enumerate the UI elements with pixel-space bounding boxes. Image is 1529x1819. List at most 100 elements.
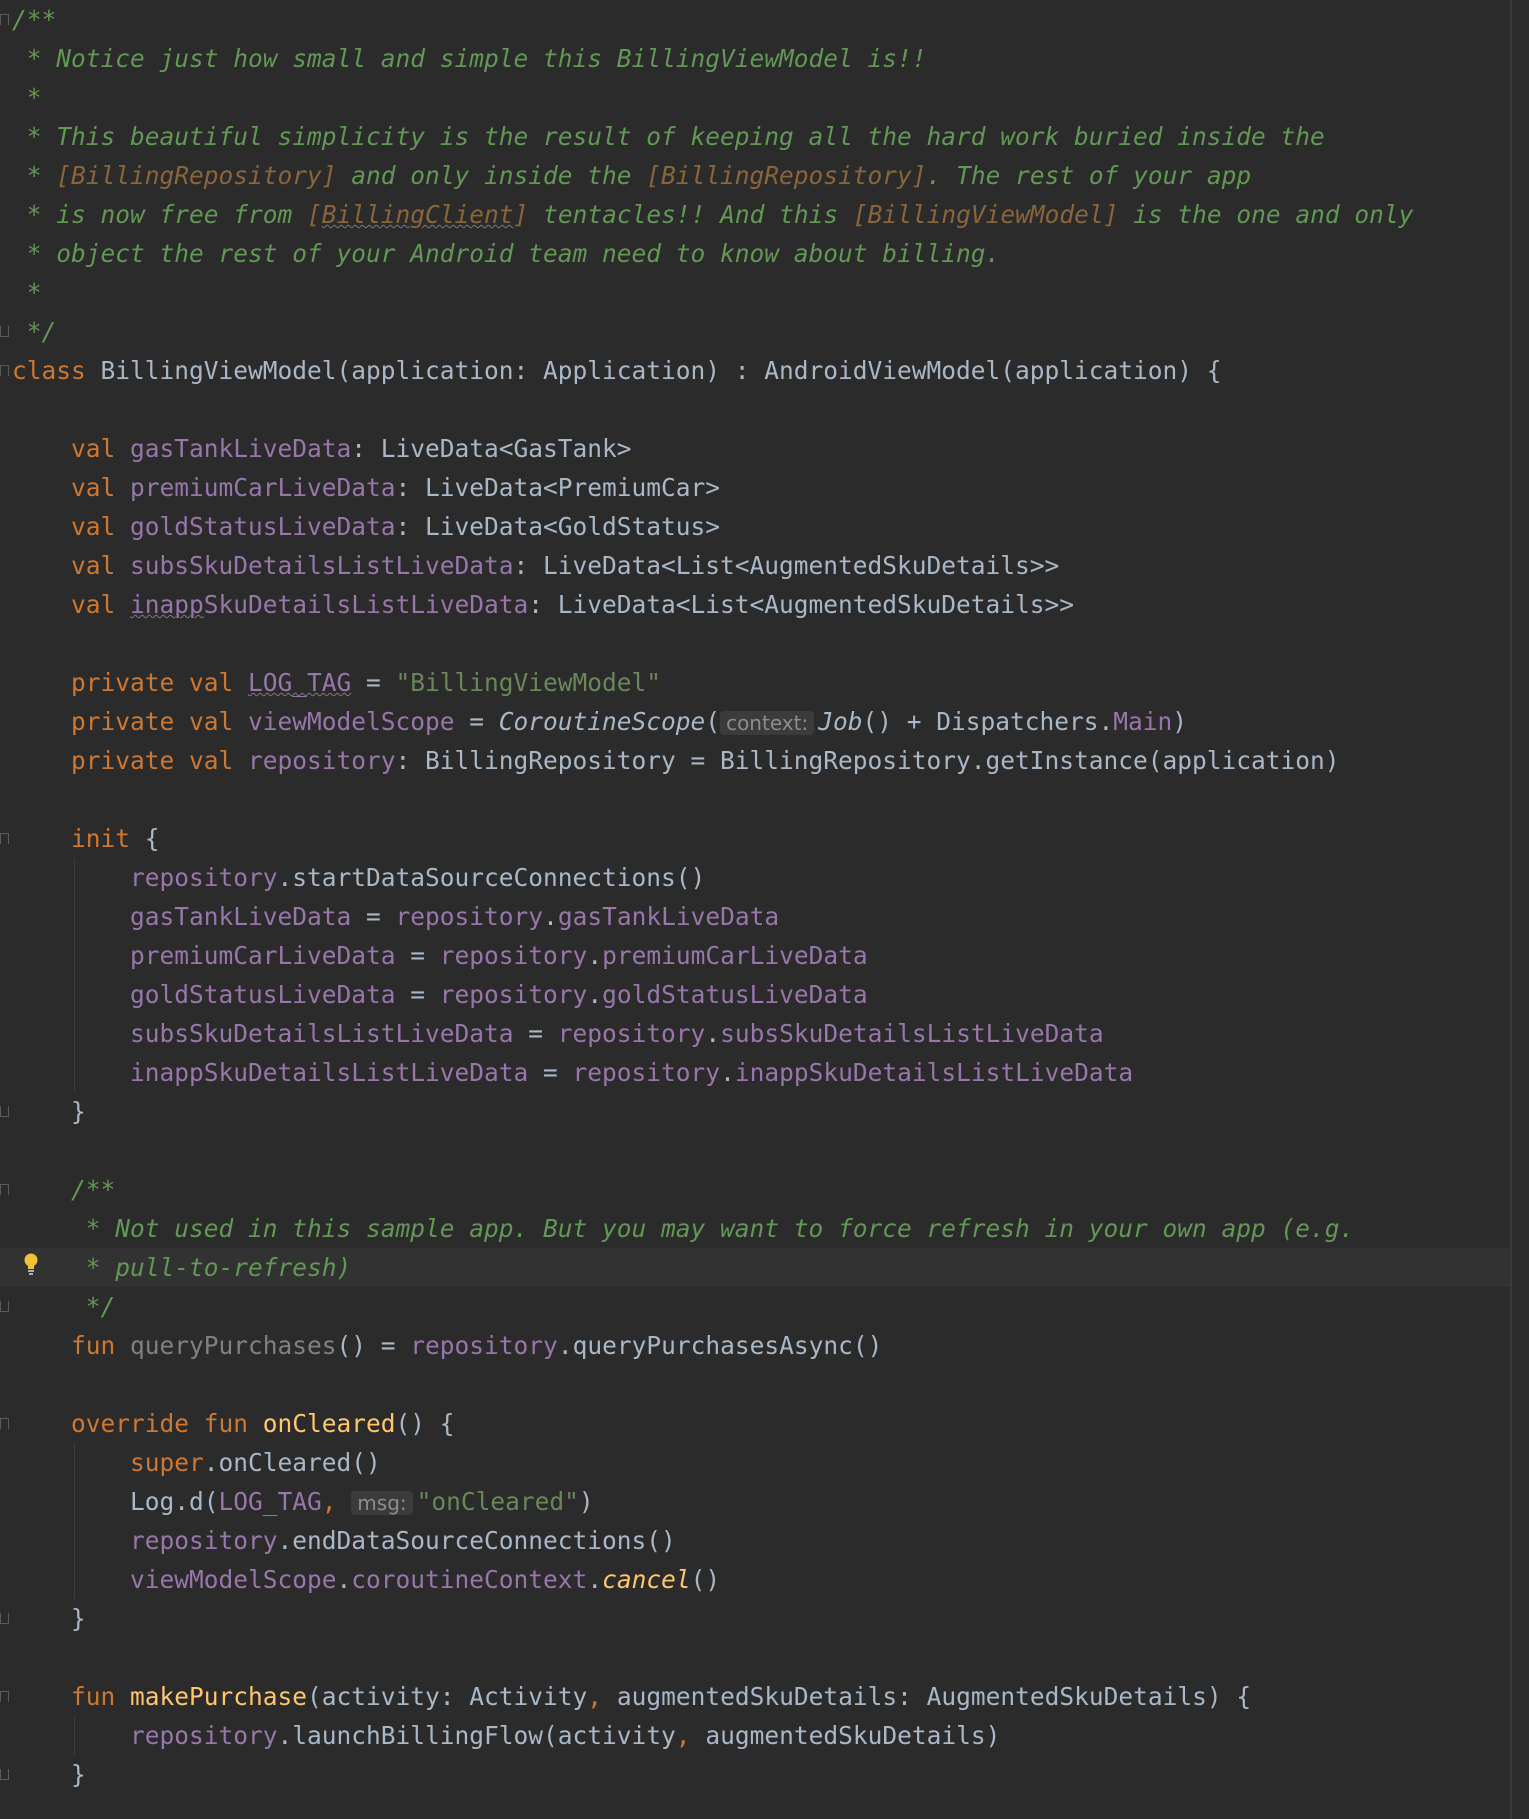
code-token: gasTankLiveData: [130, 902, 352, 931]
code-line[interactable]: viewModelScope.coroutineContext.cancel(): [0, 1560, 1510, 1599]
code-token: super: [130, 1448, 204, 1477]
code-line[interactable]: repository.launchBillingFlow(activity, a…: [0, 1716, 1510, 1755]
code-token: ]: [513, 200, 529, 229]
code-line[interactable]: repository.startDataSourceConnections(): [0, 858, 1510, 897]
code-token: /**: [12, 1175, 116, 1204]
code-line[interactable]: * This beautiful simplicity is the resul…: [0, 117, 1510, 156]
code-token: Main: [1113, 707, 1173, 736]
code-text: private val LOG_TAG = "BillingViewModel": [12, 663, 661, 702]
code-line[interactable]: private val repository: BillingRepositor…: [0, 741, 1510, 780]
code-editor[interactable]: /** * Notice just how small and simple t…: [0, 0, 1510, 1819]
indent-guide: [74, 1716, 75, 1755]
code-line[interactable]: fun makePurchase(activity: Activity, aug…: [0, 1677, 1510, 1716]
code-text: init {: [12, 819, 160, 858]
code-token: .queryPurchasesAsync(): [557, 1331, 883, 1360]
code-token: *: [12, 83, 42, 112]
code-text: viewModelScope.coroutineContext.cancel(): [12, 1560, 720, 1599]
code-token: private val: [12, 707, 249, 736]
code-token: is the one and only: [1118, 200, 1414, 229]
code-line[interactable]: [0, 1638, 1510, 1677]
code-text: }: [12, 1755, 86, 1794]
code-token: (: [705, 707, 721, 736]
code-token: augmentedSkuDetails): [705, 1721, 1001, 1750]
code-token: }: [12, 1760, 86, 1789]
code-token: premiumCarLiveData: [130, 473, 396, 502]
code-line[interactable]: [0, 390, 1510, 429]
code-line[interactable]: * Not used in this sample app. But you m…: [0, 1209, 1510, 1248]
code-line[interactable]: * Notice just how small and simple this …: [0, 39, 1510, 78]
code-line[interactable]: }: [0, 1755, 1510, 1794]
code-line[interactable]: /**: [0, 0, 1510, 39]
code-token: repository: [248, 746, 396, 775]
code-line[interactable]: *: [0, 78, 1510, 117]
code-token: subsSkuDetailsListLiveData: [130, 551, 514, 580]
code-line[interactable]: subsSkuDetailsListLiveData = repository.…: [0, 1014, 1510, 1053]
code-line[interactable]: [0, 780, 1510, 819]
code-line[interactable]: Log.d(LOG_TAG, msg: "onCleared"): [0, 1482, 1510, 1521]
code-token: viewModelScope: [130, 1565, 337, 1594]
code-text: fun makePurchase(activity: Activity, aug…: [12, 1677, 1251, 1716]
code-token: : LiveData<PremiumCar>: [395, 473, 721, 502]
code-line[interactable]: override fun onCleared() {: [0, 1404, 1510, 1443]
code-line[interactable]: * object the rest of your Android team n…: [0, 234, 1510, 273]
code-line[interactable]: val gasTankLiveData: LiveData<GasTank>: [0, 429, 1510, 468]
code-token: ,: [321, 1487, 352, 1516]
code-line[interactable]: repository.endDataSourceConnections(): [0, 1521, 1510, 1560]
code-line[interactable]: inappSkuDetailsListLiveData = repository…: [0, 1053, 1510, 1092]
code-token: Job: [818, 707, 863, 736]
code-text: * is now free from [BillingClient] tenta…: [12, 195, 1414, 234]
code-text: *: [12, 78, 42, 117]
lightbulb-icon[interactable]: [23, 1253, 39, 1275]
code-line[interactable]: * [BillingRepository] and only inside th…: [0, 156, 1510, 195]
code-line[interactable]: }: [0, 1599, 1510, 1638]
code-token: val: [12, 473, 131, 502]
scrollbar-strip[interactable]: [1512, 0, 1529, 1819]
code-line[interactable]: val inappSkuDetailsListLiveData: LiveDat…: [0, 585, 1510, 624]
code-line[interactable]: goldStatusLiveData = repository.goldStat…: [0, 975, 1510, 1014]
code-token: coroutineContext: [351, 1565, 588, 1594]
code-line[interactable]: *: [0, 273, 1510, 312]
code-line[interactable]: * pull-to-refresh): [0, 1248, 1510, 1287]
code-token: =: [513, 1019, 558, 1048]
code-line[interactable]: val subsSkuDetailsListLiveData: LiveData…: [0, 546, 1510, 585]
code-line[interactable]: [0, 624, 1510, 663]
code-token: SkuDetailsListLiveData: [203, 590, 529, 619]
code-token: [BillingRepository]: [56, 161, 337, 190]
code-line[interactable]: fun queryPurchases() = repository.queryP…: [0, 1326, 1510, 1365]
code-line[interactable]: val premiumCarLiveData: LiveData<Premium…: [0, 468, 1510, 507]
code-text: premiumCarLiveData = repository.premiumC…: [12, 936, 868, 975]
code-token: val: [12, 551, 131, 580]
code-token: =: [351, 902, 396, 931]
code-text: * Not used in this sample app. But you m…: [12, 1209, 1355, 1248]
code-line[interactable]: super.onCleared(): [0, 1443, 1510, 1482]
code-line[interactable]: * is now free from [BillingClient] tenta…: [0, 195, 1510, 234]
code-token: [BillingViewModel]: [852, 200, 1119, 229]
code-line[interactable]: val goldStatusLiveData: LiveData<GoldSta…: [0, 507, 1510, 546]
code-line[interactable]: private val LOG_TAG = "BillingViewModel": [0, 663, 1510, 702]
code-token: () =: [336, 1331, 411, 1360]
parameter-hint: context:: [720, 711, 815, 735]
code-token: repository: [572, 1058, 721, 1087]
parameter-hint: msg:: [351, 1491, 413, 1515]
code-token: {: [144, 824, 160, 853]
code-token: gasTankLiveData: [130, 434, 352, 463]
code-line[interactable]: init {: [0, 819, 1510, 858]
code-line[interactable]: */: [0, 312, 1510, 351]
code-line[interactable]: [0, 1365, 1510, 1404]
code-line[interactable]: premiumCarLiveData = repository.premiumC…: [0, 936, 1510, 975]
code-text: * [BillingRepository] and only inside th…: [12, 156, 1251, 195]
code-line[interactable]: */: [0, 1287, 1510, 1326]
code-line[interactable]: class BillingViewModel(application: Appl…: [0, 351, 1510, 390]
code-token: }: [12, 1097, 86, 1126]
code-token: * pull-to-refresh): [12, 1253, 352, 1282]
code-line[interactable]: gasTankLiveData = repository.gasTankLive…: [0, 897, 1510, 936]
code-token: subsSkuDetailsListLiveData: [720, 1019, 1104, 1048]
code-line[interactable]: }: [0, 1092, 1510, 1131]
code-line[interactable]: /**: [0, 1170, 1510, 1209]
code-token: : BillingRepository = BillingRepository.…: [395, 746, 1340, 775]
code-text: val inappSkuDetailsListLiveData: LiveDat…: [12, 585, 1074, 624]
code-line[interactable]: private val viewModelScope = CoroutineSc…: [0, 702, 1510, 741]
code-line[interactable]: [0, 1131, 1510, 1170]
